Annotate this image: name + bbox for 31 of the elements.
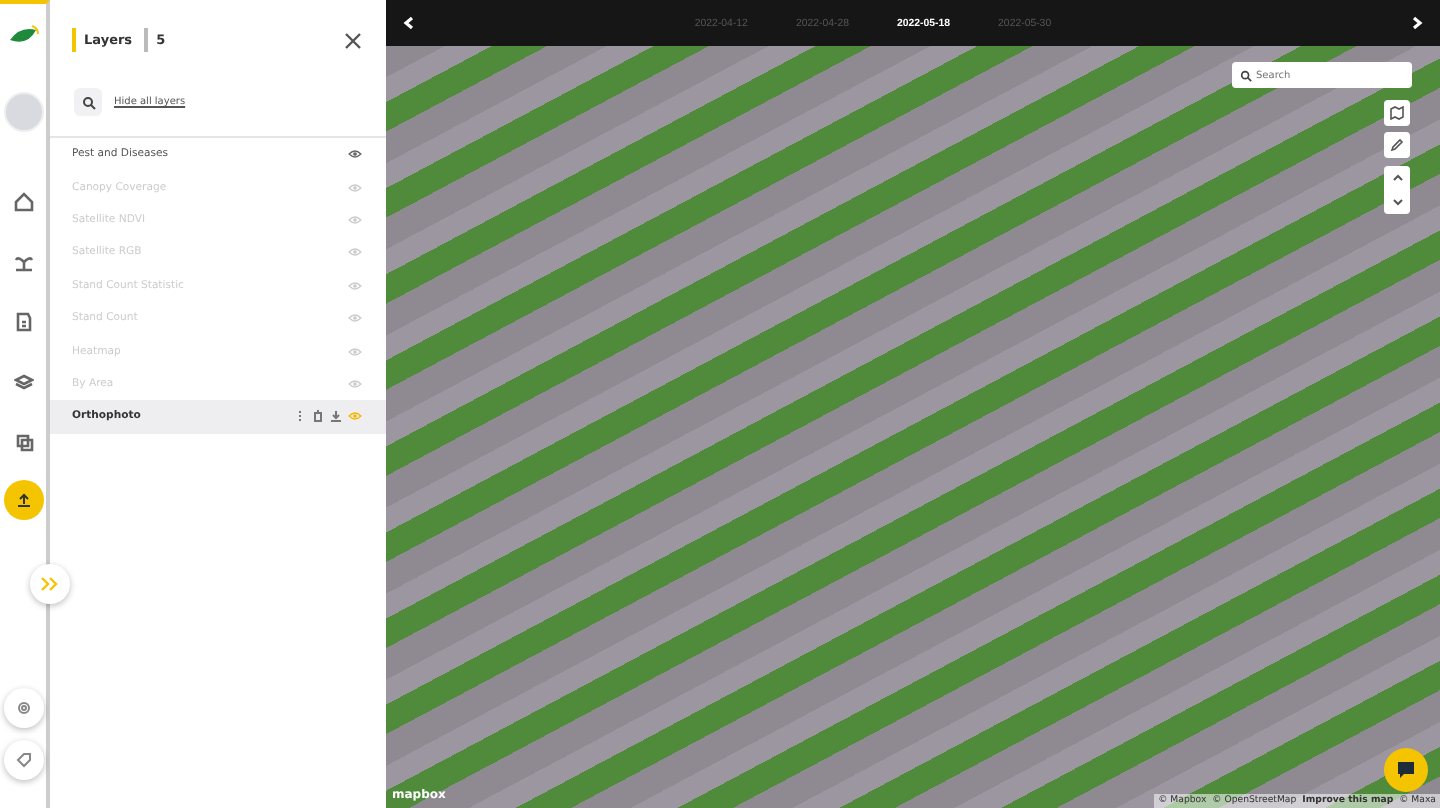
pencil-button[interactable] xyxy=(1384,132,1410,158)
chat-button[interactable] xyxy=(1384,748,1428,792)
document-icon[interactable] xyxy=(13,312,33,332)
more-icon[interactable] xyxy=(294,410,306,423)
target-icon xyxy=(15,700,31,716)
home-icon[interactable] xyxy=(13,192,33,212)
tag-icon xyxy=(15,752,31,768)
leaf-logo-icon xyxy=(7,24,39,48)
chat-icon xyxy=(1396,760,1416,780)
search-icon xyxy=(81,95,95,109)
search-icon xyxy=(1240,69,1252,81)
eye-icon[interactable] xyxy=(348,148,362,161)
tag-button[interactable] xyxy=(3,740,43,780)
plant-icon[interactable] xyxy=(13,252,33,272)
chevron-up-icon xyxy=(1391,174,1403,182)
search-button[interactable] xyxy=(74,88,102,116)
pencil-icon xyxy=(1390,138,1404,152)
trash-icon[interactable] xyxy=(312,410,324,423)
map-icon xyxy=(1390,106,1404,120)
download-icon[interactable] xyxy=(330,410,342,423)
settings-button[interactable] xyxy=(3,688,43,728)
map-button[interactable] xyxy=(1384,100,1410,126)
upload-button[interactable] xyxy=(3,480,43,520)
next-icon[interactable] xyxy=(1410,16,1424,30)
close-icon[interactable] xyxy=(344,31,362,49)
upload-icon xyxy=(15,492,31,508)
layers-icon[interactable] xyxy=(13,372,33,392)
copy-icon[interactable] xyxy=(13,432,33,452)
double-chevron-icon xyxy=(40,576,60,592)
chevron-down-icon xyxy=(1391,198,1403,206)
previous-icon[interactable] xyxy=(402,16,416,30)
